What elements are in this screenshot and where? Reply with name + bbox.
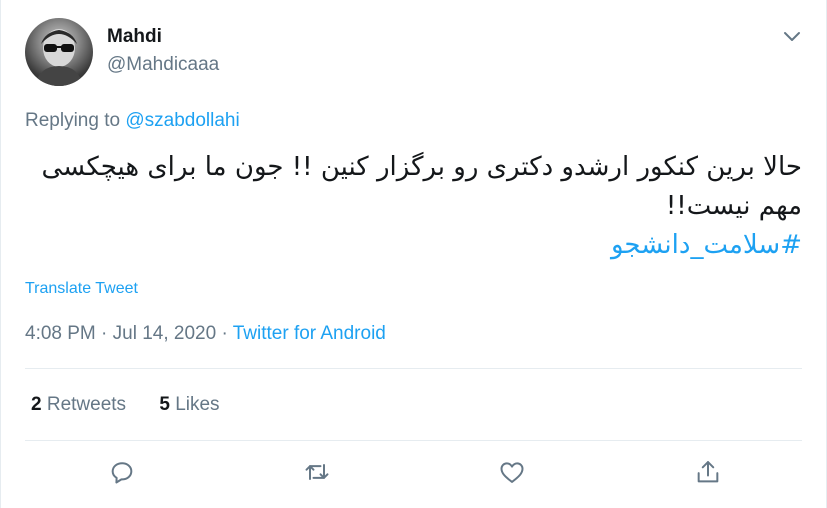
tweet-date[interactable]: Jul 14, 2020 (113, 323, 217, 344)
tweet-actions (1, 452, 826, 492)
chevron-down-icon[interactable] (780, 24, 804, 48)
reply-icon (111, 462, 133, 484)
meta-separator: · (95, 323, 113, 344)
tweet-time[interactable]: 4:08 PM (25, 323, 96, 344)
retweet-icon (305, 464, 329, 480)
likes-label: Likes (175, 394, 220, 415)
heart-icon (500, 462, 524, 483)
retweets-count: 2 (31, 394, 42, 415)
retweets-label: Retweets (46, 394, 127, 415)
tweet-text: حالا برین کنکور ارشدو دکتری رو برگزار کن… (25, 148, 802, 265)
hashtag-link[interactable]: #سلامت_دانشجو (25, 226, 802, 265)
replying-to-user-link[interactable]: @szabdollahi (125, 110, 239, 131)
tweet-source-link[interactable]: Twitter for Android (233, 323, 386, 344)
likes-stat[interactable]: 5 Likes (159, 394, 219, 415)
avatar[interactable] (25, 18, 93, 86)
share-button[interactable] (688, 452, 728, 492)
meta-separator: · (216, 323, 233, 344)
share-icon (697, 461, 719, 483)
tweet-card: Mahdi @Mahdicaaa Replying to @szabdollah… (0, 0, 827, 508)
divider (25, 440, 802, 441)
user-display-name[interactable]: Mahdi (107, 26, 162, 48)
tweet-metadata: 4:08 PM · Jul 14, 2020 · Twitter for And… (25, 323, 386, 345)
reply-button[interactable] (102, 452, 142, 492)
replying-to-label: Replying to (25, 110, 121, 131)
translate-tweet-link[interactable]: Translate Tweet (25, 280, 138, 298)
divider (25, 368, 802, 369)
like-button[interactable] (492, 452, 532, 492)
tweet-body: حالا برین کنکور ارشدو دکتری رو برگزار کن… (41, 152, 802, 221)
retweets-stat[interactable]: 2 Retweets (31, 394, 126, 415)
likes-count: 5 (159, 394, 170, 415)
avatar-image (35, 29, 83, 86)
replying-to: Replying to @szabdollahi (25, 110, 240, 132)
retweet-button[interactable] (297, 452, 337, 492)
user-handle[interactable]: @Mahdicaaa (107, 54, 219, 76)
tweet-stats: 2 Retweets 5 Likes (31, 394, 248, 416)
